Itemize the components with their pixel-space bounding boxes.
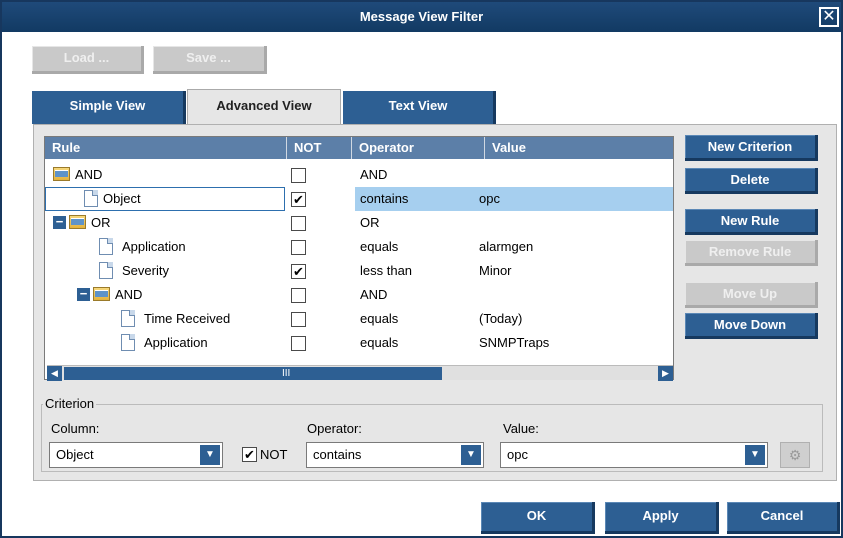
chevron-down-icon[interactable]: ▼ [745,445,765,465]
operator-select-value: contains [313,447,362,462]
column-header-not[interactable]: NOT [287,137,352,159]
collapse-icon[interactable]: − [53,215,66,229]
column-header-value[interactable]: Value [485,137,673,159]
tab-simple-view[interactable]: Simple View [32,91,186,124]
value-cell: SNMPTraps [479,335,550,350]
not-checkbox-criterion[interactable]: ✔ [242,447,257,462]
close-icon[interactable]: ✕ [819,7,839,27]
rule-label: AND [115,287,143,302]
rule-label: Application [144,335,208,350]
rule-label: AND [75,167,103,182]
rule-label: Object [103,191,141,206]
table-row[interactable]: Object ✔ contains opc [45,187,673,211]
not-checkbox[interactable]: ✔ [291,264,306,279]
lookup-icon[interactable]: ⚙ [780,442,810,468]
tab-advanced-view[interactable]: Advanced View [187,89,341,126]
scroll-right-icon[interactable]: ▶ [658,366,673,381]
operator-cell: equals [360,335,399,350]
new-criterion-button[interactable]: New Criterion [685,135,818,161]
table-row[interactable]: Severity ✔ less than Minor [45,259,673,283]
chevron-down-icon[interactable]: ▼ [461,445,481,465]
apply-button[interactable]: Apply [605,502,719,534]
rule-label: OR [91,215,111,230]
cancel-button[interactable]: Cancel [727,502,840,534]
operator-cell: contains [360,191,409,206]
folder-icon [69,215,86,229]
scroll-grip: III [282,368,291,379]
column-label: Column: [51,421,100,436]
criterion-legend: Criterion [43,396,97,411]
new-rule-button[interactable]: New Rule [685,209,818,235]
selection-focus-box [45,187,285,211]
scrollbar-thumb[interactable]: III [64,367,442,380]
column-header-rule[interactable]: Rule [45,137,287,159]
folder-icon [53,167,70,181]
value-cell: alarmgen [479,239,534,254]
operator-cell: equals [360,311,399,326]
load-button[interactable]: Load ... [32,46,144,74]
folder-icon [93,287,110,301]
not-checkbox[interactable]: ✔ [291,192,306,207]
rule-label: Time Received [144,311,231,326]
value-cell: (Today) [479,311,523,326]
not-checkbox[interactable] [291,168,306,183]
horizontal-scrollbar[interactable]: ◀ III ▶ [47,365,673,381]
operator-cell: AND [360,167,388,182]
table-row[interactable]: − OR OR [45,211,673,235]
table-row[interactable]: Time Received equals (Today) [45,307,673,331]
table-row[interactable]: Application equals SNMPTraps [45,331,673,355]
scroll-left-icon[interactable]: ◀ [47,366,62,381]
move-down-button[interactable]: Move Down [685,313,818,339]
operator-cell: equals [360,239,399,254]
not-checkbox[interactable] [291,240,306,255]
not-checkbox[interactable] [291,288,306,303]
rule-label: Severity [122,263,169,278]
document-icon [84,190,98,207]
column-select[interactable]: Object ▼ [49,442,223,468]
save-button[interactable]: Save ... [153,46,267,74]
column-header-operator[interactable]: Operator [352,137,485,159]
column-select-value: Object [56,447,94,462]
not-checkbox[interactable] [291,312,306,327]
value-cell: Minor [479,263,512,278]
document-icon [99,238,113,255]
remove-rule-button[interactable]: Remove Rule [685,240,818,266]
table-row[interactable]: Application equals alarmgen [45,235,673,259]
not-checkbox[interactable] [291,336,306,351]
document-icon [99,262,113,279]
move-up-button[interactable]: Move Up [685,282,818,308]
operator-cell: OR [360,215,380,230]
table-row[interactable]: AND AND [45,163,673,187]
operator-label: Operator: [307,421,362,436]
not-checkbox[interactable] [291,216,306,231]
message-view-filter-dialog: Message View Filter ✕ Load ... Save ... … [0,0,843,538]
document-icon [121,334,135,351]
value-combobox-text: opc [507,447,528,462]
chevron-down-icon[interactable]: ▼ [200,445,220,465]
table-row[interactable]: − AND AND [45,283,673,307]
grid-header: Rule NOT Operator Value [45,137,673,159]
collapse-icon[interactable]: − [77,287,90,301]
document-icon [121,310,135,327]
rule-tree-grid: Rule NOT Operator Value AND AND Object ✔… [44,136,674,381]
value-combobox[interactable]: opc ▼ [500,442,768,468]
ok-button[interactable]: OK [481,502,595,534]
rule-label: Application [122,239,186,254]
operator-cell: AND [360,287,388,302]
title-bar: Message View Filter ✕ [2,2,841,32]
value-label: Value: [503,421,539,436]
tab-text-view[interactable]: Text View [343,91,496,124]
not-label: NOT [260,447,288,462]
value-cell: opc [479,191,500,206]
dialog-title: Message View Filter [359,9,484,24]
delete-button[interactable]: Delete [685,168,818,194]
operator-cell: less than [360,263,413,278]
operator-select[interactable]: contains ▼ [306,442,484,468]
